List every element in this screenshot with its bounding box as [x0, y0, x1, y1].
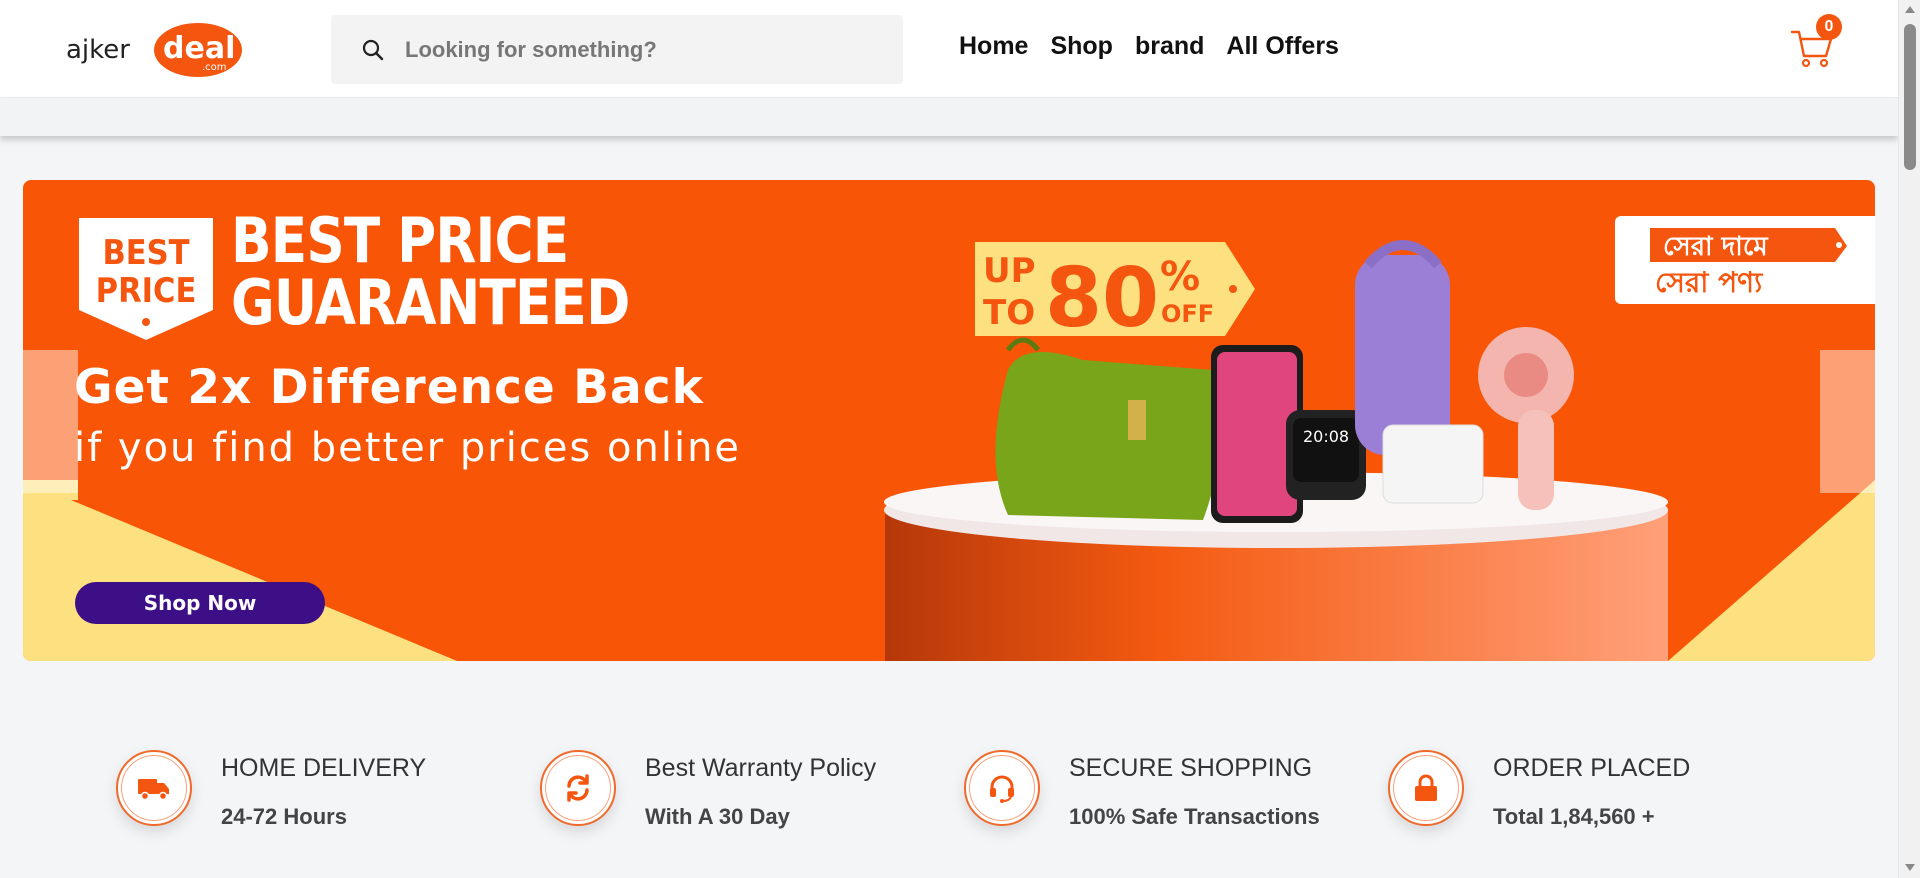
svg-text:deal: deal — [163, 31, 235, 66]
best-price-badge: BEST PRICE — [79, 218, 213, 340]
svg-text:PRICE: PRICE — [96, 270, 197, 310]
scroll-up-arrow-icon[interactable] — [1905, 6, 1915, 13]
main-nav: Home Shop brand All Offers — [959, 32, 1339, 61]
nav-all-offers-link[interactable]: All Offers — [1226, 32, 1339, 61]
svg-text:সেরা পণ্য: সেরা পণ্য — [1655, 266, 1763, 299]
svg-text:UP: UP — [983, 251, 1036, 291]
svg-text:TO: TO — [983, 293, 1035, 333]
search-input[interactable] — [405, 36, 865, 63]
cart-count-badge[interactable]: 0 — [1816, 14, 1842, 40]
feature-strip: HOME DELIVERY 24-72 Hours Best Warranty … — [0, 738, 1898, 878]
feature-title: HOME DELIVERY — [221, 754, 427, 782]
svg-text:ajker: ajker — [66, 35, 130, 65]
page-scrollbar[interactable] — [1898, 0, 1920, 878]
nav-shop-link[interactable]: Shop — [1050, 32, 1113, 61]
svg-text:.com: .com — [202, 62, 227, 73]
banner-subtext: if you find better prices online — [74, 425, 742, 471]
feature-subtitle: 24-72 Hours — [221, 804, 347, 829]
bangla-tag: সেরা দামে সেরা পণ্য — [1615, 216, 1875, 304]
scroll-down-arrow-icon[interactable] — [1905, 864, 1915, 871]
feature-title: Best Warranty Policy — [645, 754, 877, 782]
svg-text:80: 80 — [1045, 251, 1159, 336]
search-bar[interactable] — [331, 15, 903, 84]
hero-banner[interactable]: 20:08 BEST PRICE BEST PRICE GUARANTEED G… — [23, 180, 1875, 661]
search-icon[interactable] — [361, 38, 385, 62]
svg-text:সেরা দামে: সেরা দামে — [1663, 232, 1769, 262]
headline-line1: BEST PRICE — [231, 204, 569, 277]
offer-tag: UP TO 80 % OFF — [975, 242, 1255, 336]
lock-icon — [1388, 750, 1464, 826]
feature-subtitle: 100% Safe Transactions — [1069, 804, 1320, 829]
feature-subtitle: Total 1,84,560 + — [1493, 804, 1655, 829]
feature-title: SECURE SHOPPING — [1069, 754, 1313, 782]
feature-title: ORDER PLACED — [1493, 754, 1691, 782]
carousel-next-button[interactable] — [1820, 350, 1875, 493]
headset-icon — [964, 750, 1040, 826]
feature-subtitle: With A 30 Day — [645, 804, 790, 829]
bangla-tag-graphic: সেরা দামে সেরা পণ্য — [1650, 228, 1847, 299]
ajkerdeal-logo[interactable]: ajker deal .com — [66, 22, 242, 78]
scrollbar-thumb[interactable] — [1904, 24, 1916, 170]
svg-text:20:08: 20:08 — [1303, 427, 1349, 446]
category-bar — [0, 98, 1898, 136]
truck-icon — [116, 750, 192, 826]
site-header: ajker deal .com Home Shop brand All Offe… — [0, 0, 1898, 98]
headline-line2: GUARANTEED — [231, 266, 630, 339]
svg-text:BEST: BEST — [102, 232, 189, 272]
nav-brand-link[interactable]: brand — [1135, 32, 1204, 61]
refresh-icon — [540, 750, 616, 826]
svg-text:OFF: OFF — [1161, 300, 1214, 328]
carousel-prev-button[interactable] — [23, 350, 78, 493]
svg-text:%: % — [1160, 254, 1200, 300]
shop-now-button[interactable]: Shop Now — [75, 582, 325, 624]
headline: BEST PRICE GUARANTEED — [231, 210, 630, 334]
nav-home-link[interactable]: Home — [959, 32, 1028, 61]
banner-subheadline: Get 2x Difference Back — [74, 360, 704, 415]
